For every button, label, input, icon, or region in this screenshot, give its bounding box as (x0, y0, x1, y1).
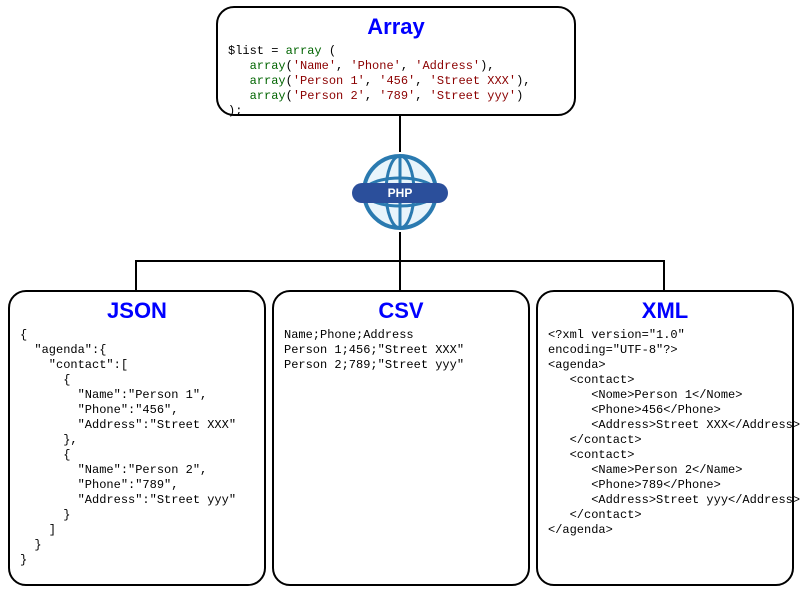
connector-mid (399, 232, 401, 260)
connector-drop-csv (399, 260, 401, 290)
array-code: $list = array ( array('Name', 'Phone', '… (228, 44, 564, 119)
array-box: Array $list = array ( array('Name', 'Pho… (216, 6, 576, 116)
csv-code: Name;Phone;Address Person 1;456;"Street … (284, 328, 518, 373)
connector-top (399, 116, 401, 152)
xml-code: <?xml version="1.0" encoding="UTF-8"?> <… (548, 328, 782, 538)
connector-drop-json (135, 260, 137, 290)
json-title: JSON (20, 298, 254, 324)
array-title: Array (228, 14, 564, 40)
json-code: { "agenda":{ "contact":[ { "Name":"Perso… (20, 328, 254, 568)
xml-title: XML (548, 298, 782, 324)
csv-box: CSV Name;Phone;Address Person 1;456;"Str… (272, 290, 530, 586)
csv-title: CSV (284, 298, 518, 324)
xml-box: XML <?xml version="1.0" encoding="UTF-8"… (536, 290, 794, 586)
connector-drop-xml (663, 260, 665, 290)
php-label: PHP (352, 183, 448, 203)
json-box: JSON { "agenda":{ "contact":[ { "Name":"… (8, 290, 266, 586)
